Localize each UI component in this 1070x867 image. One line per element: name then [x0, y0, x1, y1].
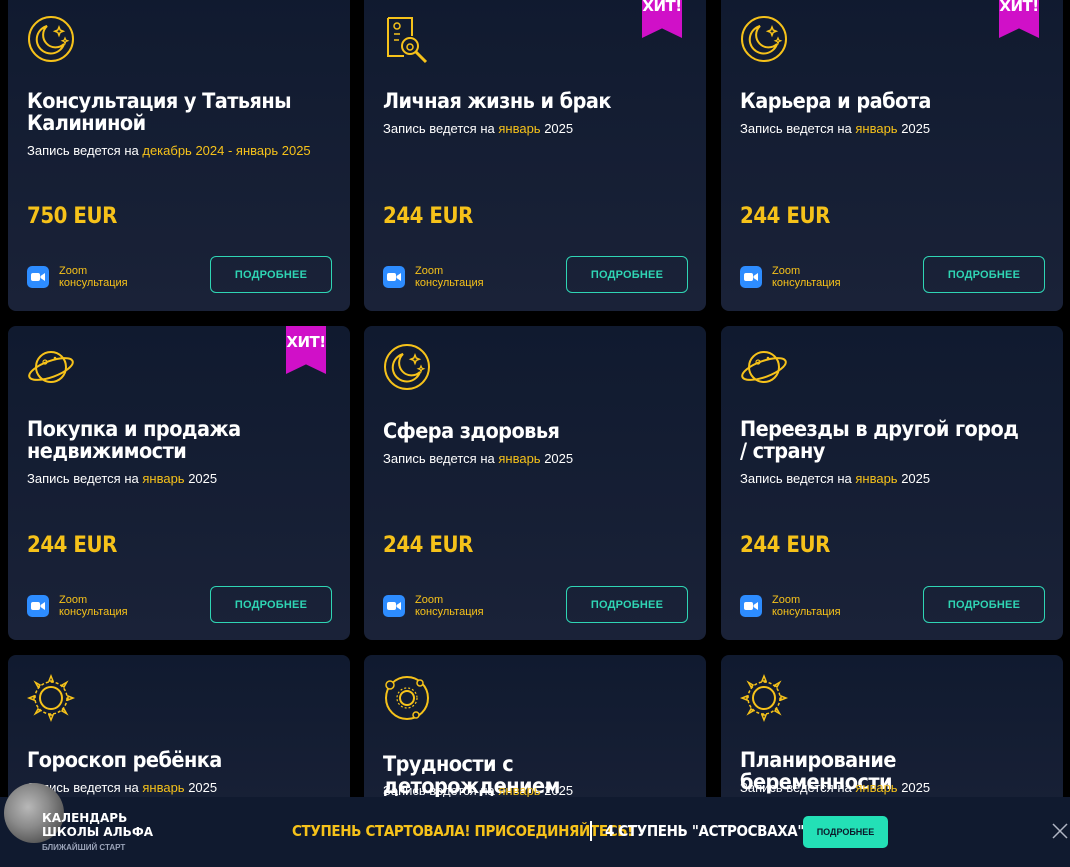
service-card: Сфера здоровья Запись ведется на январь … — [364, 326, 706, 640]
hit-badge: ХИТ! — [642, 0, 682, 38]
zoom-info: Zoom консультация — [383, 265, 484, 289]
card-title: Карьера и работа — [740, 89, 931, 113]
card-schedule: Запись ведется на январь 2025 — [383, 121, 574, 136]
zoom-info: Zoom консультация — [27, 265, 128, 289]
stage-text: 4 СТУПЕНЬ "АСТРОСВАХА". — [605, 822, 809, 840]
card-schedule: Запись ведется на декабрь 2024 - январь … — [27, 143, 311, 158]
planet-ring-icon — [26, 342, 76, 392]
card-title: Переезды в другой город / страну — [740, 417, 1019, 463]
zoom-icon — [27, 266, 49, 288]
service-card: Консультация у Татьяны Калининой Запись … — [8, 0, 350, 311]
zoom-info: Zoom консультация — [740, 594, 841, 618]
details-button[interactable]: ПОДРОБНЕЕ — [923, 586, 1045, 623]
card-title: Гороскоп ребёнка — [27, 748, 222, 772]
details-button[interactable]: ПОДРОБНЕЕ — [566, 586, 688, 623]
sun-icon — [26, 673, 76, 723]
service-card: ХИТ! Покупка и продажа недвижимости Запи… — [8, 326, 350, 640]
card-schedule: Запись ведется на январь 2025 — [27, 780, 218, 795]
details-button[interactable]: ПОДРОБНЕЕ — [210, 256, 332, 293]
services-grid: Консультация у Татьяны Калининой Запись … — [0, 0, 1070, 867]
card-price: 244 EUR — [740, 533, 830, 558]
card-title: Консультация у Татьяны Калининой — [27, 89, 292, 135]
hit-badge: ХИТ! — [999, 0, 1039, 38]
zoom-icon — [740, 595, 762, 617]
close-icon[interactable] — [1052, 823, 1068, 839]
hit-badge: ХИТ! — [286, 326, 326, 374]
card-schedule: Запись ведется на январь 2025 — [740, 780, 931, 795]
zoom-icon — [383, 266, 405, 288]
zoom-icon — [27, 595, 49, 617]
zoom-info: Zoom консультация — [27, 594, 128, 618]
planet-ring-icon — [739, 342, 789, 392]
card-schedule: Запись ведется на январь 2025 — [383, 451, 574, 466]
card-price: 244 EUR — [27, 533, 117, 558]
calendar-link[interactable]: КАЛЕНДАРЬ ШКОЛЫ АЛЬФА — [42, 811, 153, 839]
moon-stars-icon — [382, 342, 432, 392]
divider — [590, 821, 592, 841]
orbit-sun-icon — [382, 673, 432, 723]
promo-text: СТУПЕНЬ СТАРТОВАЛА! ПРИСОЕДИНЯЙТЕСЬ! — [292, 822, 633, 840]
moon-stars-icon — [739, 14, 789, 64]
card-price: 750 EUR — [27, 204, 117, 229]
calendar-subtitle: БЛИЖАЙШИЙ СТАРТ — [42, 843, 126, 852]
scroll-magnifier-icon — [382, 14, 432, 64]
card-schedule: Запись ведется на январь 2025 — [740, 471, 931, 486]
service-card: ХИТ! Личная жизнь и брак Запись ведется … — [364, 0, 706, 311]
details-button[interactable]: ПОДРОБНЕЕ — [566, 256, 688, 293]
zoom-icon — [740, 266, 762, 288]
card-price: 244 EUR — [383, 533, 473, 558]
zoom-icon — [383, 595, 405, 617]
details-button[interactable]: ПОДРОБНЕЕ — [923, 256, 1045, 293]
card-title: Личная жизнь и брак — [383, 89, 611, 113]
details-button[interactable]: ПОДРОБНЕЕ — [210, 586, 332, 623]
card-price: 244 EUR — [740, 204, 830, 229]
service-card: Переезды в другой город / страну Запись … — [721, 326, 1063, 640]
promo-details-button[interactable]: ПОДРОБНЕЕ — [803, 816, 888, 848]
card-title: Сфера здоровья — [383, 419, 560, 443]
card-schedule: Запись ведется на январь 2025 — [27, 471, 218, 486]
service-card: ХИТ! Карьера и работа Запись ведется на … — [721, 0, 1063, 311]
card-schedule: Запись ведется на январь 2025 — [740, 121, 931, 136]
sun-icon — [739, 673, 789, 723]
moon-stars-icon — [26, 14, 76, 64]
card-title: Покупка и продажа недвижимости — [27, 417, 241, 463]
promo-bar: КАЛЕНДАРЬ ШКОЛЫ АЛЬФА БЛИЖАЙШИЙ СТАРТ СТ… — [0, 783, 1070, 867]
zoom-info: Zoom консультация — [740, 265, 841, 289]
card-price: 244 EUR — [383, 204, 473, 229]
zoom-info: Zoom консультация — [383, 594, 484, 618]
